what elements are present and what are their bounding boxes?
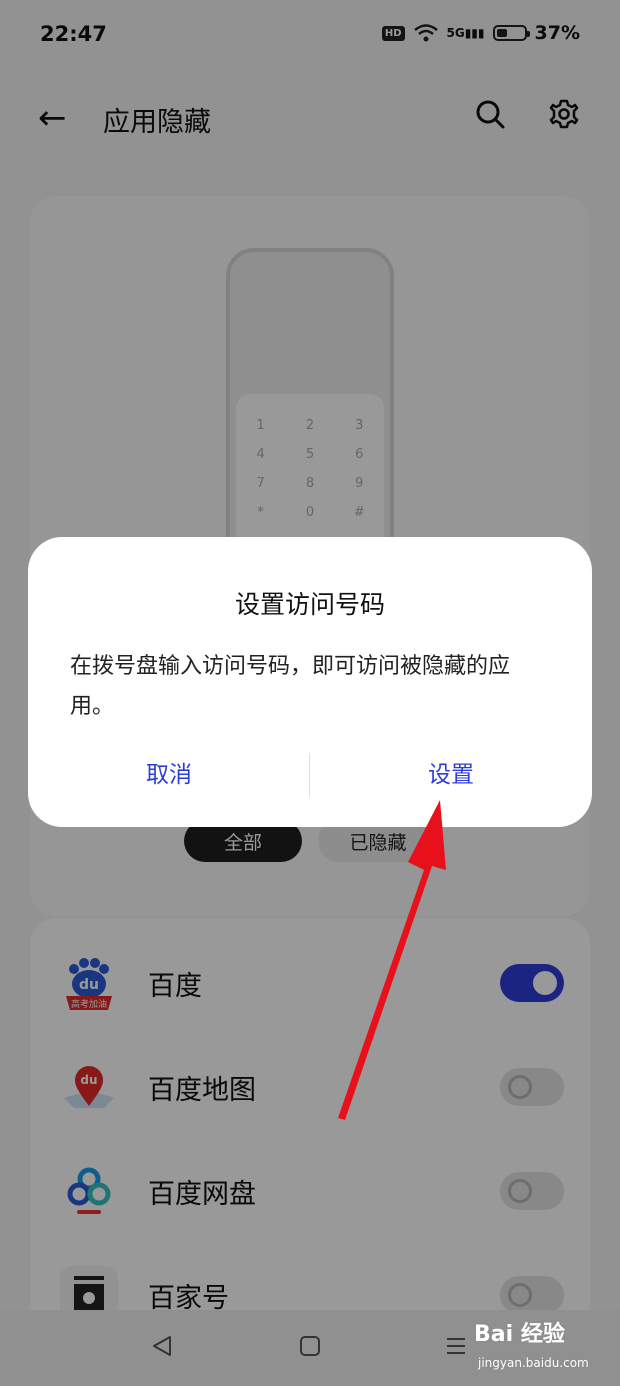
baidu-jingyan-watermark: Bai 经验 [474,1322,565,1347]
watermark-url: jingyan.baidu.com [478,1356,589,1370]
set-button[interactable]: 设置 [310,755,592,789]
cancel-button[interactable]: 取消 [28,755,310,789]
dialog-title: 设置访问号码 [234,590,385,619]
set-access-number-dialog: 设置访问号码 在拨号盘输入访问号码，即可访问被隐藏的应用。 取消 设置 [28,537,592,827]
dialog-message: 在拨号盘输入访问号码，即可访问被隐藏的应用。 [70,654,511,719]
